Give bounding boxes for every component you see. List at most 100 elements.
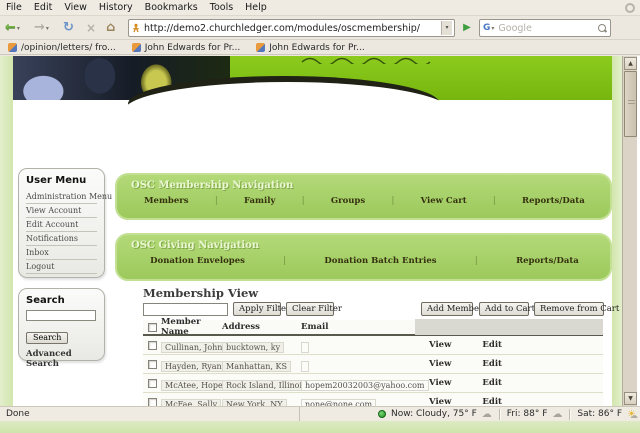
stop-button[interactable]: × <box>86 19 96 37</box>
row-checkbox[interactable] <box>147 340 157 350</box>
nav-giving-reports-data[interactable]: Reports/Data <box>516 256 579 266</box>
back-icon: ← <box>5 20 16 35</box>
window-bottom-edge <box>0 421 640 433</box>
bookmark-item[interactable]: /opinion/letters/ fro... <box>8 43 116 53</box>
view-link[interactable]: View <box>429 397 451 406</box>
menu-help[interactable]: Help <box>245 2 267 13</box>
weather-applet: Now: Cloudy, 75° F ☁ Fri: 88° F ☁ Sat: 8… <box>300 408 640 420</box>
search-icon[interactable] <box>598 23 607 33</box>
email-cell: none@none.com <box>301 398 377 406</box>
bookmark-item[interactable]: John Edwards for Pr... <box>256 43 365 53</box>
menu-history[interactable]: History <box>99 2 133 13</box>
forward-button[interactable]: → ▾ <box>34 19 49 37</box>
reload-button[interactable]: ↻ <box>63 19 74 37</box>
nav-groups[interactable]: Groups <box>331 196 365 206</box>
web-search-input[interactable]: Google <box>498 23 598 34</box>
header-swoosh <box>124 82 450 140</box>
search-engine-chevron-down-icon[interactable]: ▾ <box>491 25 494 32</box>
bookmark-favicon-icon <box>8 43 17 52</box>
email-cell <box>301 360 309 372</box>
scroll-up-icon[interactable]: ▲ <box>624 57 637 70</box>
members-table: Member Name Address Email Cullinan, John… <box>143 317 603 406</box>
scrollbar-thumb[interactable] <box>624 71 637 137</box>
menu-view[interactable]: View <box>64 2 87 13</box>
add-member-button[interactable]: Add Member <box>421 302 483 316</box>
row-checkbox[interactable] <box>147 359 157 369</box>
member-name-cell: Cullinan, John <box>161 341 227 353</box>
address-cell: Rock Island, Illinois <box>222 379 311 391</box>
membership-nav-title: OSC Membership Navigation <box>131 180 294 191</box>
status-bar: Done Now: Cloudy, 75° F ☁ Fri: 88° F ☁ S… <box>0 406 640 422</box>
cloud-icon: ☁ <box>481 408 492 420</box>
sidebar-item-logout[interactable]: Logout <box>26 260 97 274</box>
menu-tools[interactable]: Tools <box>210 2 233 13</box>
home-button[interactable]: ⌂ <box>106 19 115 37</box>
filter-input[interactable] <box>143 303 228 316</box>
back-chevron-down-icon[interactable]: ▾ <box>17 25 20 32</box>
sidebar-item-administration-menu[interactable]: Administration Menu <box>26 190 112 204</box>
nav-donation-envelopes[interactable]: Donation Envelopes <box>150 256 245 266</box>
url-bar[interactable]: http://demo2.churchledger.com/modules/os… <box>128 19 455 37</box>
nav-reports-data[interactable]: Reports/Data <box>522 196 585 206</box>
nav-donation-batch-entries[interactable]: Donation Batch Entries <box>324 256 436 266</box>
edit-link[interactable]: Edit <box>482 340 502 350</box>
page-left-border <box>0 56 13 406</box>
advanced-search-link[interactable]: Advanced Search <box>26 349 97 369</box>
row-checkbox[interactable] <box>147 378 157 388</box>
edit-link[interactable]: Edit <box>482 397 502 406</box>
reload-icon: ↻ <box>63 20 74 35</box>
sidebar-search-input[interactable] <box>26 310 96 321</box>
nav-separator: | <box>214 196 218 206</box>
row-checkbox[interactable] <box>147 397 157 406</box>
nav-members[interactable]: Members <box>144 196 188 206</box>
header-address: Address <box>222 322 260 332</box>
table-row: McAtee, Hope Rock Island, Illinois hopem… <box>143 374 603 393</box>
view-link[interactable]: View <box>429 378 451 388</box>
add-to-cart-button[interactable]: Add to Cart <box>479 302 535 316</box>
sidebar-item-view-account[interactable]: View Account <box>26 204 97 218</box>
table-row: McFae, Sally New York, NY none@none.com … <box>143 393 603 406</box>
sidebar-item-notifications[interactable]: Notifications <box>26 232 97 246</box>
apply-filter-button[interactable]: Apply Filter <box>233 302 290 316</box>
go-button[interactable]: ▶ <box>459 20 475 36</box>
menu-file[interactable]: File <box>6 2 22 13</box>
url-input[interactable]: http://demo2.churchledger.com/modules/os… <box>144 23 441 34</box>
menu-edit[interactable]: Edit <box>34 2 52 13</box>
menu-bookmarks[interactable]: Bookmarks <box>145 2 198 13</box>
select-all-checkbox[interactable] <box>147 322 157 332</box>
bookmark-item[interactable]: John Edwards for Pr... <box>131 43 240 53</box>
table-row: Cullinan, John bucktown, ky View Edit <box>143 336 603 355</box>
edit-link[interactable]: Edit <box>482 359 502 369</box>
nav-view-cart[interactable]: View Cart <box>421 196 467 206</box>
search-engine-icon[interactable]: G <box>483 23 490 33</box>
browser-window: File Edit View History Bookmarks Tools H… <box>0 0 640 433</box>
search-title: Search <box>26 295 65 306</box>
edit-link[interactable]: Edit <box>482 378 502 388</box>
nav-separator: | <box>492 196 496 206</box>
nav-separator: | <box>474 256 478 266</box>
sidebar-search-button[interactable]: Search <box>26 331 69 344</box>
vertical-scrollbar[interactable]: ▲ ▼ <box>622 56 637 406</box>
stop-icon: × <box>86 21 97 35</box>
separator <box>569 408 571 420</box>
separator <box>498 408 500 420</box>
scroll-down-icon[interactable]: ▼ <box>624 392 637 405</box>
address-cell: New York, NY <box>222 398 287 406</box>
view-link[interactable]: View <box>429 359 451 369</box>
sidebar-item-edit-account[interactable]: Edit Account <box>26 218 97 232</box>
back-button[interactable]: ← ▾ <box>5 19 20 37</box>
forward-chevron-down-icon[interactable]: ▾ <box>46 25 49 32</box>
nav-family[interactable]: Family <box>244 196 275 206</box>
menu-bar: File Edit View History Bookmarks Tools H… <box>0 0 640 16</box>
membership-nav-box: OSC Membership Navigation Members | Fami… <box>115 173 612 220</box>
page-viewport: User Menu Administration Menu View Accou… <box>0 56 640 406</box>
nav-separator: | <box>301 196 305 206</box>
search-box: Search Search Advanced Search <box>18 288 105 369</box>
view-link[interactable]: View <box>429 340 451 350</box>
clear-filter-button[interactable]: Clear Filter <box>286 302 342 316</box>
search-bar[interactable]: G ▾ Google <box>479 19 611 37</box>
url-history-chevron-down-icon[interactable]: ▾ <box>441 21 452 35</box>
site-favicon-icon <box>133 23 139 33</box>
sidebar-item-inbox[interactable]: Inbox <box>26 246 97 260</box>
remove-from-cart-button[interactable]: Remove from Cart <box>534 302 619 316</box>
